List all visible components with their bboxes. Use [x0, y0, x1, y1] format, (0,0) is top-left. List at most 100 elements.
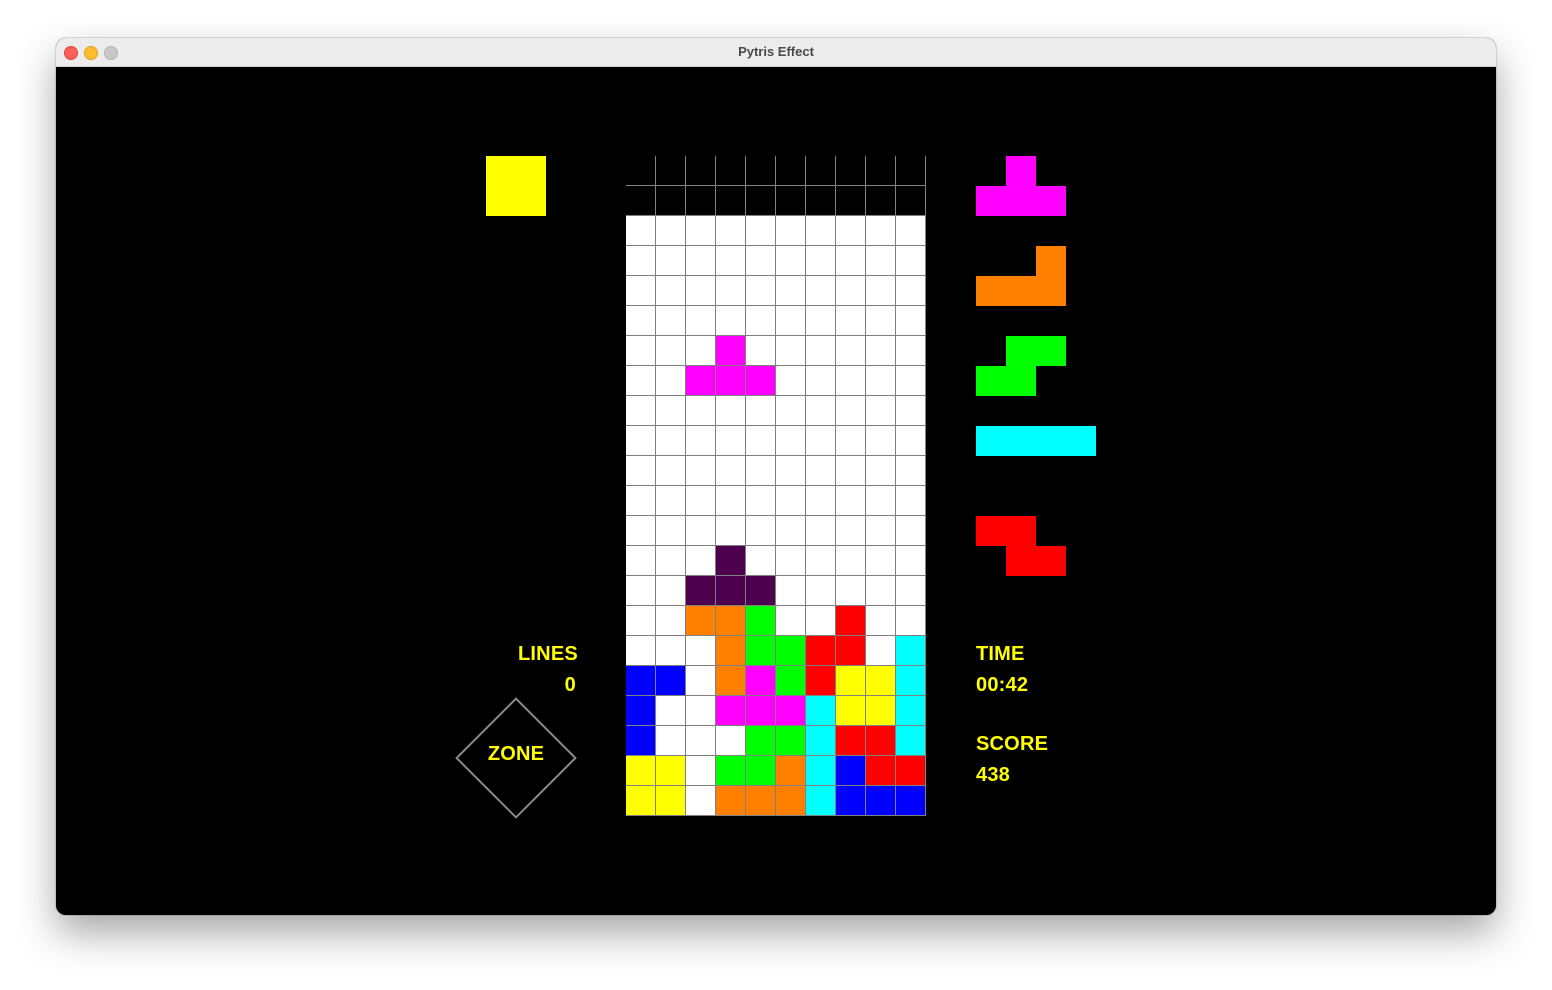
- board-cell-empty: [836, 336, 866, 366]
- board-cell-empty: [746, 246, 776, 276]
- board-cell-O: [836, 666, 866, 696]
- game-window: Pytris Effect LINES 0 ZONE TIME 00:42 SC…: [56, 38, 1496, 915]
- board-cell-empty: [656, 516, 686, 546]
- board-cell-empty: [836, 156, 866, 186]
- board-cell-J: [896, 786, 926, 816]
- next-mino-S: [1036, 336, 1066, 366]
- zone-label: ZONE: [487, 743, 545, 765]
- hold-mino: [516, 156, 546, 186]
- board-cell-empty: [896, 576, 926, 606]
- board-cell-empty: [776, 216, 806, 246]
- board-cell-O: [866, 666, 896, 696]
- board-cell-I: [896, 726, 926, 756]
- board-cell-empty: [656, 276, 686, 306]
- board-cell-Z: [896, 756, 926, 786]
- board-cell-empty: [866, 636, 896, 666]
- board-cell-Z: [866, 756, 896, 786]
- board-cell-L: [776, 786, 806, 816]
- ghost-cell: [686, 576, 716, 606]
- hold-mino: [486, 186, 516, 216]
- board-cell-empty: [716, 486, 746, 516]
- board-cell-S: [716, 756, 746, 786]
- next-mino-I: [1006, 426, 1036, 456]
- board-cell-Z: [836, 606, 866, 636]
- next-mino-I: [1036, 426, 1066, 456]
- board-cell-I: [896, 666, 926, 696]
- next-mino-L: [976, 276, 1006, 306]
- board-cell-L: [686, 606, 716, 636]
- board-cell-empty: [896, 216, 926, 246]
- next-mino-L: [1036, 276, 1066, 306]
- board-cell-empty: [776, 456, 806, 486]
- board-cell-O: [626, 786, 656, 816]
- title-bar: Pytris Effect: [56, 38, 1496, 67]
- board-cell-empty: [656, 546, 686, 576]
- board-cell-empty: [626, 306, 656, 336]
- board-cell-T: [746, 666, 776, 696]
- board-cell-I: [806, 756, 836, 786]
- board-cell-empty: [836, 576, 866, 606]
- board-cell-empty: [716, 426, 746, 456]
- window-title: Pytris Effect: [738, 44, 814, 59]
- board-cell-T: [746, 696, 776, 726]
- board-cell-empty: [626, 606, 656, 636]
- board-cell-empty: [776, 576, 806, 606]
- score-value: 438: [976, 764, 1010, 786]
- board-cell-empty: [626, 516, 656, 546]
- board-cell-empty: [686, 186, 716, 216]
- board-cell-empty: [686, 786, 716, 816]
- board-cell-empty: [836, 276, 866, 306]
- next-mino-L: [1036, 246, 1066, 276]
- board-cell-L: [716, 636, 746, 666]
- board-cell-empty: [776, 336, 806, 366]
- board-cell-empty: [746, 426, 776, 456]
- board-cell-empty: [866, 156, 896, 186]
- hold-mino: [516, 186, 546, 216]
- board-cell-empty: [806, 456, 836, 486]
- hold-mino: [486, 156, 516, 186]
- board-cell-empty: [626, 336, 656, 366]
- board-cell-empty: [866, 546, 896, 576]
- board-cell-empty: [836, 426, 866, 456]
- board-cell-empty: [776, 306, 806, 336]
- board-cell-empty: [626, 576, 656, 606]
- board-cell-empty: [656, 246, 686, 276]
- board-cell-Z: [806, 636, 836, 666]
- board-cell-T: [716, 366, 746, 396]
- board-cell-empty: [686, 396, 716, 426]
- board-cell-empty: [656, 156, 686, 186]
- board-cell-empty: [656, 306, 686, 336]
- next-mino-T: [1006, 156, 1036, 186]
- board-cell-empty: [746, 156, 776, 186]
- board-cell-empty: [776, 186, 806, 216]
- board-cell-empty: [626, 276, 656, 306]
- board-cell-empty: [866, 306, 896, 336]
- board-cell-empty: [776, 276, 806, 306]
- board-cell-empty: [806, 216, 836, 246]
- board-cell-empty: [896, 396, 926, 426]
- board-cell-empty: [776, 396, 806, 426]
- board-cell-empty: [866, 276, 896, 306]
- board-cell-empty: [866, 366, 896, 396]
- board-cell-empty: [866, 246, 896, 276]
- board-cell-S: [776, 636, 806, 666]
- next-mino-Z: [1006, 516, 1036, 546]
- board-cell-empty: [626, 426, 656, 456]
- board-cell-empty: [896, 336, 926, 366]
- board-cell-empty: [866, 396, 896, 426]
- board-cell-empty: [896, 366, 926, 396]
- board-cell-empty: [806, 516, 836, 546]
- board-cell-empty: [686, 216, 716, 246]
- playfield: [626, 156, 926, 816]
- board-cell-empty: [716, 516, 746, 546]
- game-canvas[interactable]: LINES 0 ZONE TIME 00:42 SCORE 438: [56, 67, 1496, 915]
- board-cell-T: [776, 696, 806, 726]
- board-cell-empty: [746, 396, 776, 426]
- board-cell-empty: [836, 456, 866, 486]
- board-cell-empty: [896, 306, 926, 336]
- board-cell-I: [806, 696, 836, 726]
- board-cell-empty: [866, 336, 896, 366]
- board-cell-empty: [686, 696, 716, 726]
- board-cell-O: [656, 786, 686, 816]
- board-cell-empty: [806, 186, 836, 216]
